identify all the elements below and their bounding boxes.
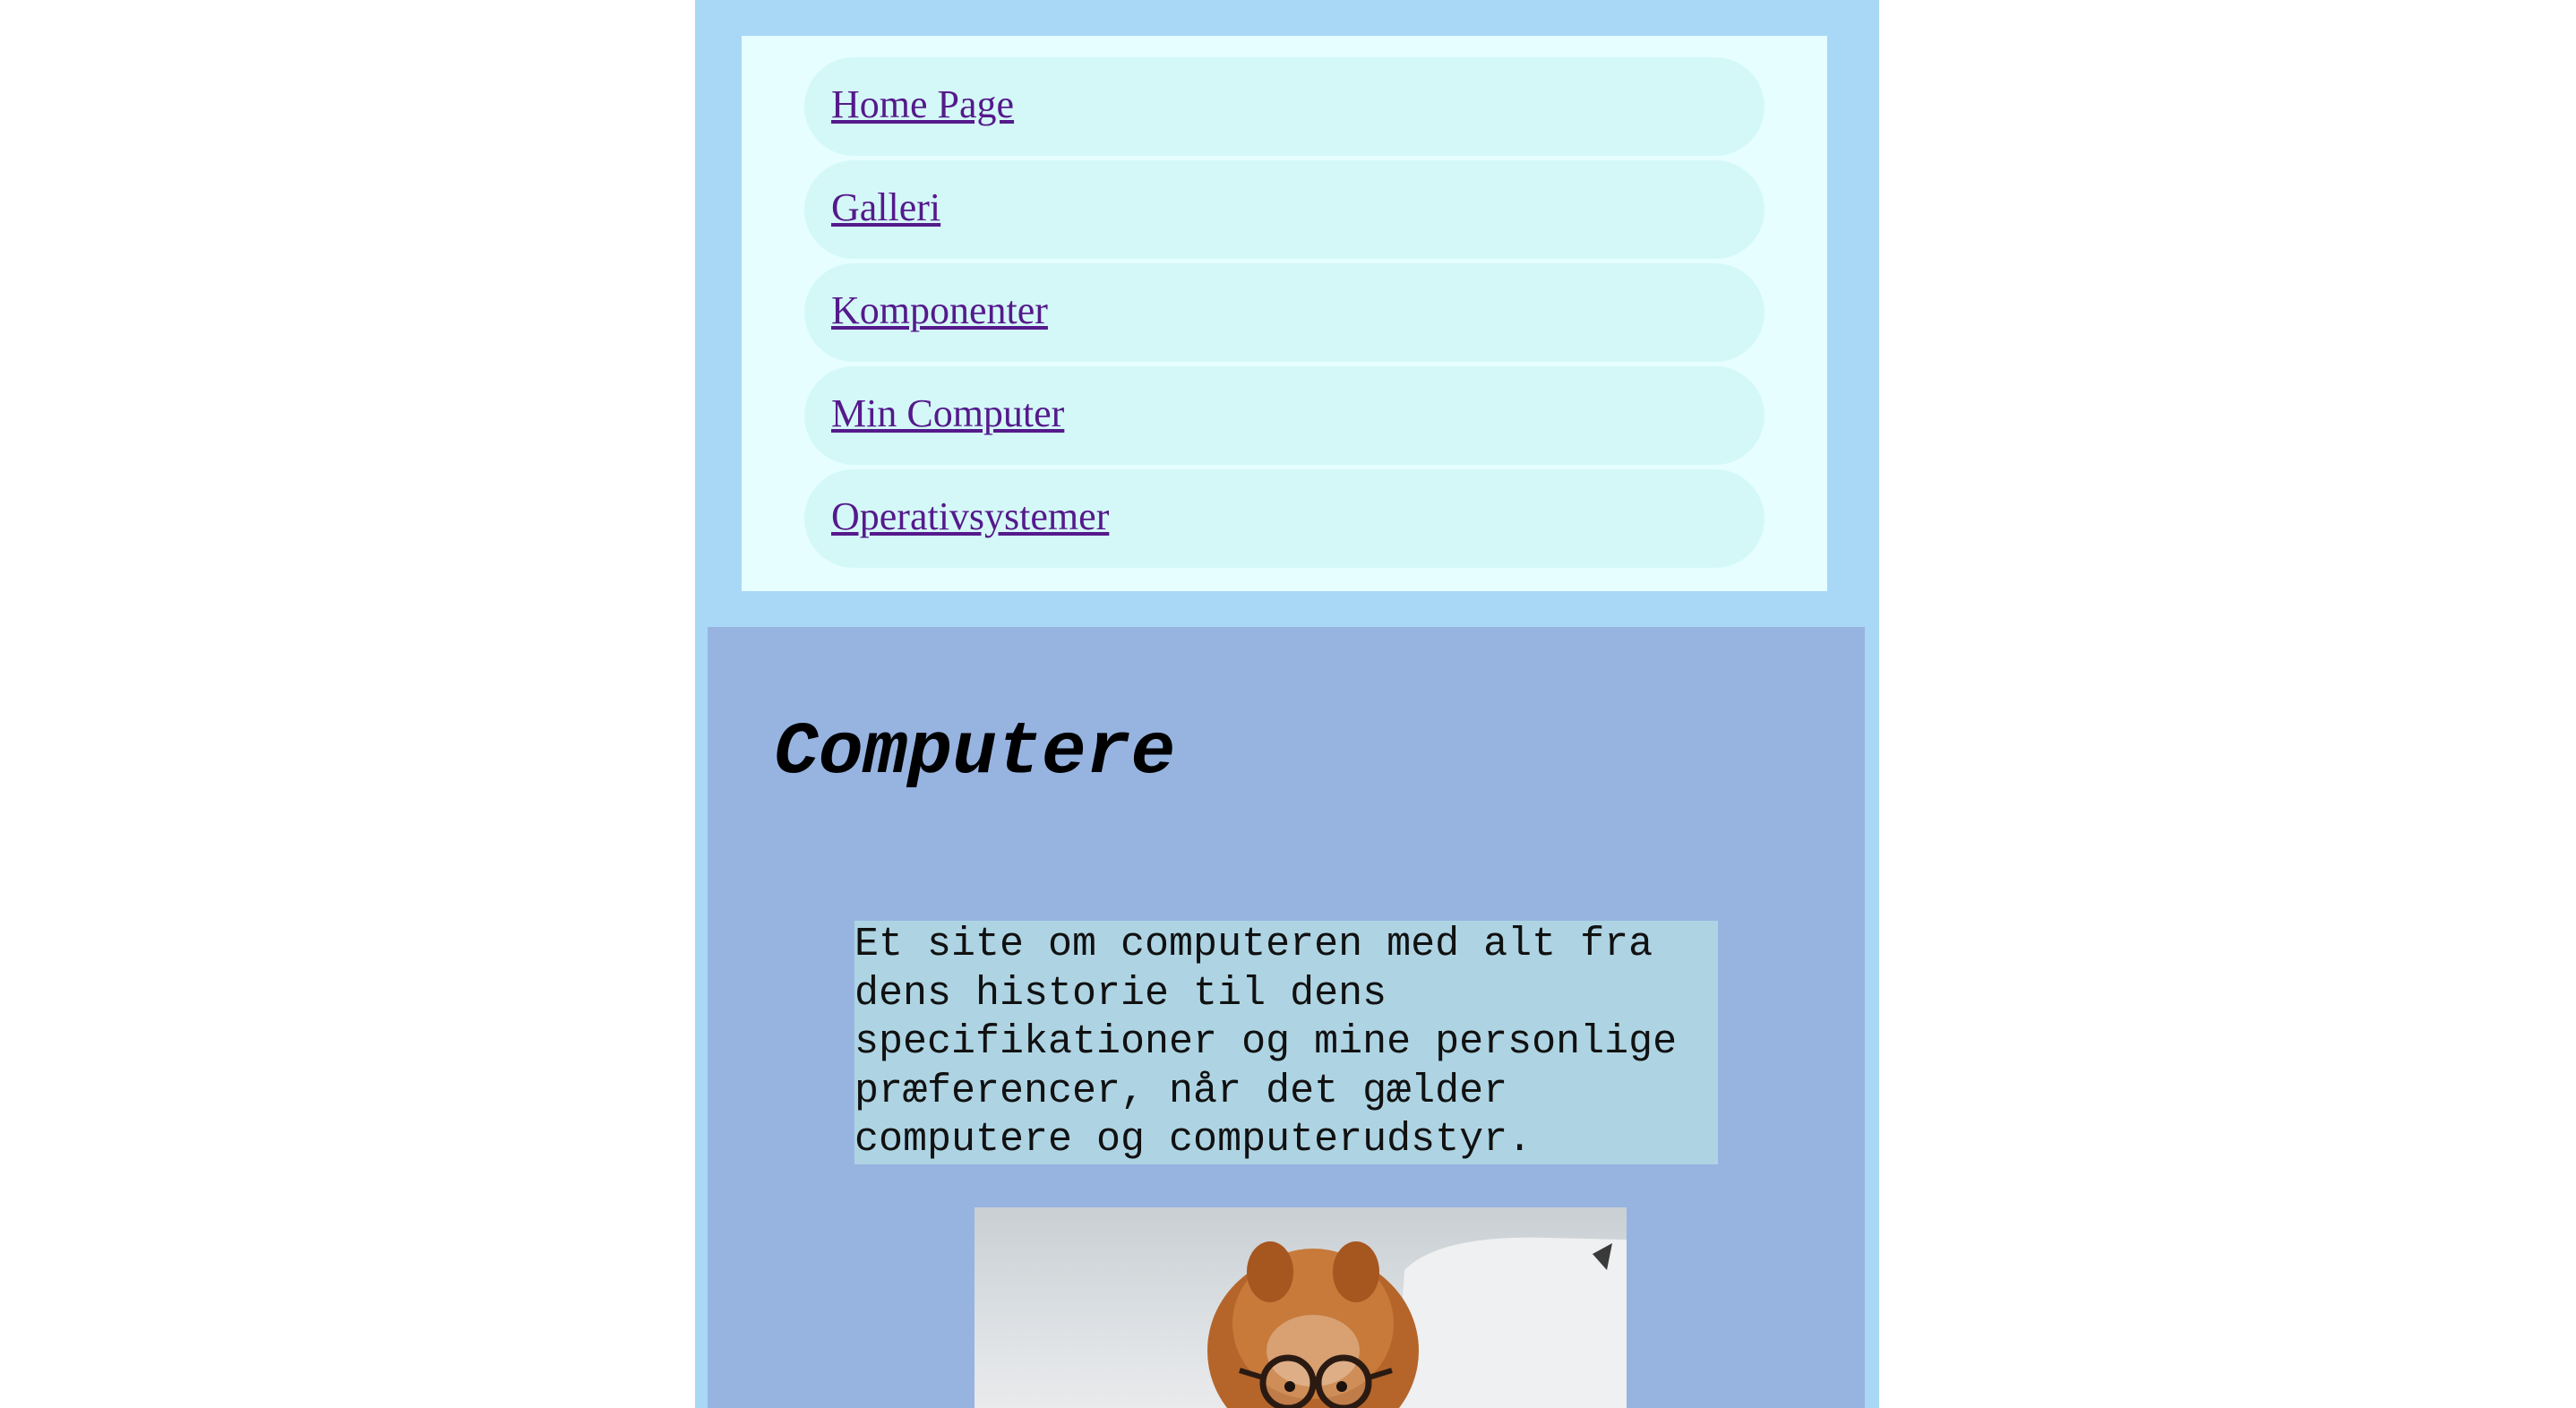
nav-item-komponenter[interactable]: Komponenter — [804, 263, 1765, 362]
dog-ear-right — [1333, 1241, 1379, 1302]
nav-link-min-computer[interactable]: Min Computer — [831, 391, 1064, 437]
dog-photo-illustration — [1207, 1237, 1627, 1408]
nav-link-komponenter[interactable]: Komponenter — [831, 288, 1048, 334]
dog-eye-right — [1336, 1381, 1347, 1392]
intro-paragraph: Et site om computeren med alt fra dens h… — [854, 921, 1718, 1164]
nav-link-home-page[interactable]: Home Page — [831, 82, 1014, 128]
main-content: Computere Et site om computeren med alt … — [708, 627, 1865, 1408]
nav-item-min-computer[interactable]: Min Computer — [804, 366, 1765, 465]
navigation-menu: Home Page Galleri Komponenter Min Comput… — [742, 36, 1827, 591]
nav-link-galleri[interactable]: Galleri — [831, 185, 940, 231]
page-title: Computere — [774, 710, 1176, 794]
nav-item-galleri[interactable]: Galleri — [804, 160, 1765, 259]
cushion-shape — [1395, 1237, 1627, 1408]
nav-item-operativsystemer[interactable]: Operativsystemer — [804, 469, 1765, 568]
dog-ear-left — [1247, 1241, 1293, 1302]
dog-with-glasses-photo — [975, 1207, 1627, 1408]
page-column: Home Page Galleri Komponenter Min Comput… — [695, 0, 1879, 1408]
dog-eye-left — [1284, 1381, 1295, 1392]
nav-item-home[interactable]: Home Page — [804, 57, 1765, 156]
nav-link-operativsystemer[interactable]: Operativsystemer — [831, 494, 1109, 540]
